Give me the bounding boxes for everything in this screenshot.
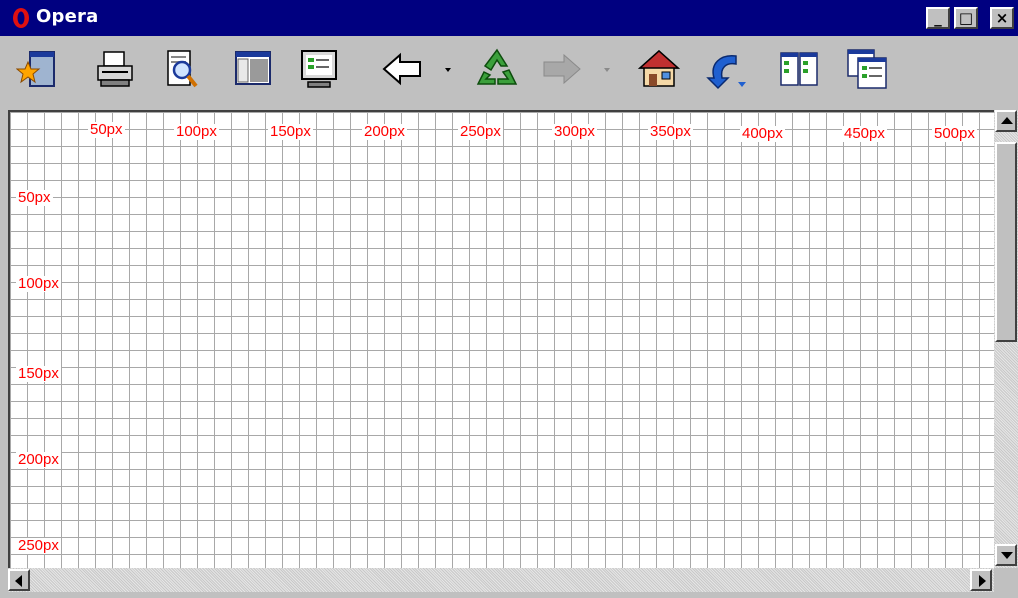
minimize-icon: _ bbox=[934, 8, 942, 27]
arrow-right-icon bbox=[979, 575, 986, 587]
forward-button[interactable] bbox=[538, 46, 584, 92]
maximize-button[interactable]: □ bbox=[954, 7, 978, 29]
left-ruler-label: 250px bbox=[16, 537, 61, 554]
top-ruler-label: 150px bbox=[268, 123, 313, 140]
left-ruler-label: 200px bbox=[16, 451, 61, 468]
opera-logo-icon[interactable] bbox=[10, 7, 32, 29]
left-ruler-label: 150px bbox=[16, 365, 61, 382]
tile-windows-icon bbox=[780, 52, 818, 86]
tile-button[interactable] bbox=[776, 46, 822, 92]
top-ruler-label: 450px bbox=[842, 125, 887, 142]
browser-window: Opera _ □ × 50px 100px 150px 200px 250px… bbox=[0, 0, 1018, 598]
page-viewport[interactable]: 50px 100px 150px 200px 250px 300px 350px… bbox=[8, 110, 994, 568]
window-title: Opera bbox=[36, 6, 99, 27]
reload-recycle-icon bbox=[476, 48, 518, 85]
close-button[interactable]: × bbox=[990, 7, 1014, 29]
close-icon: × bbox=[995, 8, 1009, 27]
back-button[interactable] bbox=[380, 46, 426, 92]
scroll-left-button[interactable] bbox=[8, 569, 30, 591]
cascade-button[interactable] bbox=[844, 46, 890, 92]
scroll-right-button[interactable] bbox=[970, 569, 992, 591]
go-button[interactable] bbox=[702, 46, 748, 92]
find-magnifier-icon bbox=[167, 50, 198, 88]
home-button[interactable] bbox=[636, 46, 682, 92]
arrow-down-icon bbox=[1001, 552, 1013, 559]
find-button[interactable] bbox=[160, 46, 206, 92]
back-arrow-icon bbox=[382, 52, 421, 86]
go-arrow-icon bbox=[706, 55, 746, 90]
arrow-up-icon bbox=[1001, 117, 1013, 124]
reload-button[interactable] bbox=[474, 46, 520, 92]
top-ruler-label: 250px bbox=[458, 123, 503, 140]
cascade-windows-icon bbox=[847, 49, 887, 89]
forward-arrow-icon bbox=[543, 53, 581, 85]
top-ruler-label: 300px bbox=[552, 123, 597, 140]
window-bottom-edge bbox=[0, 592, 1018, 598]
print-button[interactable] bbox=[92, 46, 138, 92]
window-panels-icon bbox=[235, 51, 271, 85]
back-dropdown-icon[interactable] bbox=[443, 66, 453, 74]
top-ruler-label: 500px bbox=[932, 125, 977, 142]
printer-icon bbox=[97, 51, 133, 87]
fullscreen-button[interactable] bbox=[296, 46, 342, 92]
maximize-icon: □ bbox=[958, 8, 974, 27]
vertical-scroll-thumb[interactable] bbox=[995, 142, 1017, 342]
horizontal-scrollbar[interactable] bbox=[8, 568, 994, 592]
monitor-icon bbox=[301, 50, 337, 88]
main-toolbar bbox=[0, 36, 1018, 108]
left-ruler-label: 50px bbox=[16, 189, 53, 206]
top-ruler-label: 200px bbox=[362, 123, 407, 140]
top-ruler-label: 400px bbox=[740, 125, 785, 142]
forward-dropdown-icon[interactable] bbox=[602, 66, 612, 74]
top-ruler-label: 50px bbox=[88, 121, 125, 138]
scroll-down-button[interactable] bbox=[995, 544, 1017, 566]
home-icon bbox=[638, 49, 680, 87]
top-ruler-label: 100px bbox=[174, 123, 219, 140]
panels-button[interactable] bbox=[230, 46, 276, 92]
arrow-left-icon bbox=[15, 575, 22, 587]
hotlist-button[interactable] bbox=[16, 46, 62, 92]
minimize-button[interactable]: _ bbox=[926, 7, 950, 29]
top-ruler-label: 350px bbox=[648, 123, 693, 140]
scroll-up-button[interactable] bbox=[995, 110, 1017, 132]
left-ruler-label: 100px bbox=[16, 275, 61, 292]
hotlist-star-icon bbox=[16, 51, 55, 87]
title-bar[interactable]: Opera _ □ × bbox=[0, 0, 1018, 36]
vertical-scrollbar[interactable] bbox=[994, 110, 1018, 568]
